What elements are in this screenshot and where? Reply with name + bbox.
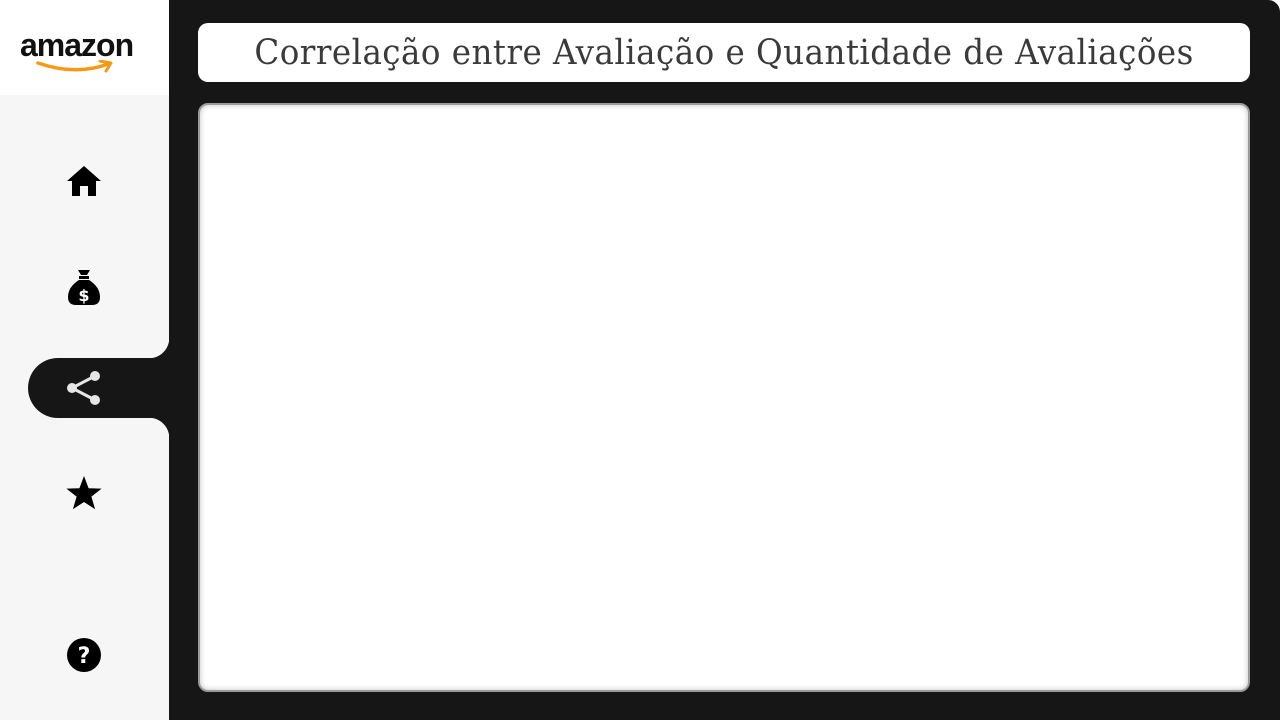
sidebar-item-correlation[interactable] <box>28 338 169 438</box>
app-window: amazon $ ? Correlação entre Avaliação e … <box>0 0 1280 720</box>
logo-smile-icon <box>36 60 113 73</box>
amazon-logo[interactable]: amazon <box>20 26 150 78</box>
sidebar-item-sales[interactable]: $ <box>28 257 169 317</box>
svg-text:?: ? <box>77 644 90 669</box>
question-circle-icon: ? <box>66 638 101 672</box>
help-button[interactable]: ? <box>28 625 169 685</box>
share-nodes-icon <box>66 371 100 405</box>
chart-panel <box>198 103 1250 692</box>
title-bar: Correlação entre Avaliação e Quantidade … <box>198 23 1250 82</box>
svg-text:$: $ <box>78 286 89 305</box>
star-icon <box>65 476 102 510</box>
page-title: Correlação entre Avaliação e Quantidade … <box>254 32 1194 73</box>
logo-text: amazon <box>20 27 134 63</box>
sidebar: amazon $ ? <box>0 0 169 720</box>
sidebar-item-ratings[interactable] <box>28 463 169 523</box>
money-bag-icon: $ <box>67 270 100 305</box>
home-icon <box>66 166 101 196</box>
sidebar-item-home[interactable] <box>28 151 169 211</box>
logo-area: amazon <box>0 0 169 95</box>
